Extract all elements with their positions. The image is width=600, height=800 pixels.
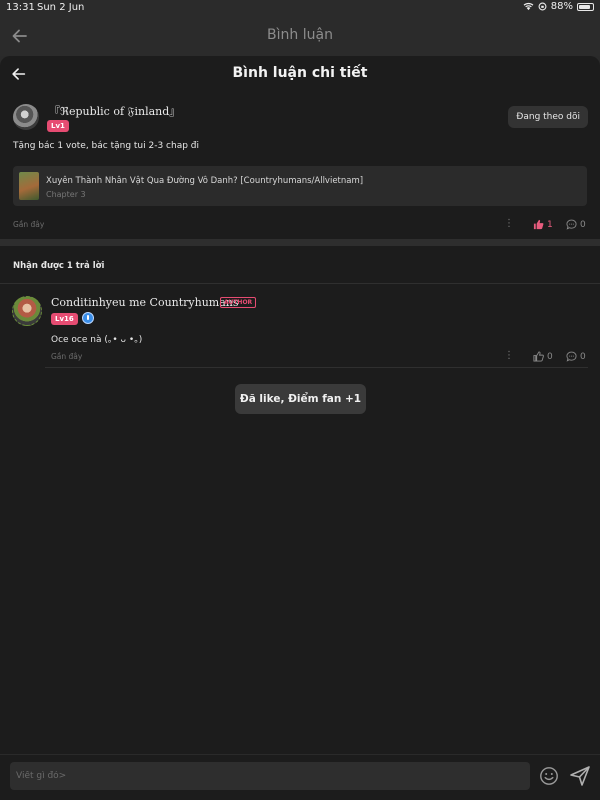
- replies-count-label: Nhận được 1 trả lời: [13, 261, 105, 271]
- replies-divider: [0, 283, 600, 284]
- reply-username[interactable]: Conditinhyeu me Countryhumans: [51, 296, 239, 309]
- book-chapter: Chapter 3: [46, 190, 86, 199]
- battery-percent: 88%: [550, 1, 573, 12]
- comment-text: Tặng bác 1 vote, bác tặng tui 2-3 chap đ…: [13, 141, 200, 151]
- reply-reply-button[interactable]: 0: [566, 351, 586, 362]
- comment-bubble-icon: [566, 219, 577, 230]
- reply-text: Oce oce nà (｡• ᴗ •｡): [51, 335, 143, 345]
- sheet-header: Bình luận chi tiết: [0, 56, 600, 91]
- comment-detail-sheet: Bình luận chi tiết 『ℜepublic of 𝔉inland』…: [0, 56, 600, 800]
- commenter-level-badge: Lv1: [47, 120, 69, 132]
- reply-comment-bubble-icon: [566, 351, 577, 362]
- sheet-title: Bình luận chi tiết: [232, 65, 368, 81]
- outer-header: Bình luận: [0, 16, 600, 56]
- commenter-username[interactable]: 『ℜepublic of 𝔉inland』: [49, 103, 180, 119]
- comment-time: Gần đây: [13, 220, 45, 229]
- reply-more-options-icon[interactable]: ⋮: [504, 350, 514, 361]
- more-options-icon[interactable]: ⋮: [504, 218, 514, 229]
- comment-reply-button[interactable]: 0: [566, 219, 586, 230]
- wifi-icon: [523, 3, 534, 11]
- author-badge: AUTHOR: [220, 297, 257, 308]
- like-toast: Đã like, Điểm fan +1: [235, 384, 366, 414]
- verified-badge-icon: [82, 312, 94, 324]
- following-button[interactable]: Đang theo dõi: [508, 106, 588, 128]
- battery-fill: [579, 4, 590, 9]
- reply-like-button[interactable]: 0: [533, 351, 553, 362]
- reply-like-count: 0: [547, 351, 553, 362]
- status-date: Sun 2 Jun: [37, 2, 85, 13]
- reply-bottom-divider: [45, 367, 588, 368]
- comment-reply-count: 0: [580, 219, 586, 230]
- status-right: 88%: [523, 1, 594, 12]
- comment-like-button[interactable]: 1: [533, 219, 553, 230]
- reply-time: Gần đây: [51, 352, 83, 361]
- book-card[interactable]: Xuyên Thành Nhân Vật Qua Đường Vô Danh? …: [13, 166, 587, 206]
- status-time: 13:31: [6, 2, 35, 13]
- commenter-avatar[interactable]: [13, 104, 39, 130]
- rotation-lock-icon: [538, 2, 547, 11]
- comment-input[interactable]: [10, 762, 530, 790]
- comment-like-count: 1: [547, 219, 553, 230]
- reply-level-badge: Lv16: [51, 313, 78, 325]
- emoji-icon[interactable]: [539, 766, 559, 786]
- book-cover-image: [19, 172, 39, 200]
- status-bar: 13:31 Sun 2 Jun 88%: [0, 0, 600, 16]
- reply-reply-count: 0: [580, 351, 586, 362]
- thumbs-up-icon: [533, 219, 544, 230]
- send-icon[interactable]: [569, 765, 591, 787]
- section-divider: [0, 239, 600, 246]
- comment-input-bar: [0, 754, 600, 800]
- reply-author-avatar[interactable]: [12, 296, 42, 326]
- outer-page-title: Bình luận: [267, 27, 333, 43]
- battery-icon: [577, 2, 594, 11]
- book-title: Xuyên Thành Nhân Vật Qua Đường Vô Danh? …: [46, 176, 364, 186]
- thumbs-up-outline-icon: [533, 351, 544, 362]
